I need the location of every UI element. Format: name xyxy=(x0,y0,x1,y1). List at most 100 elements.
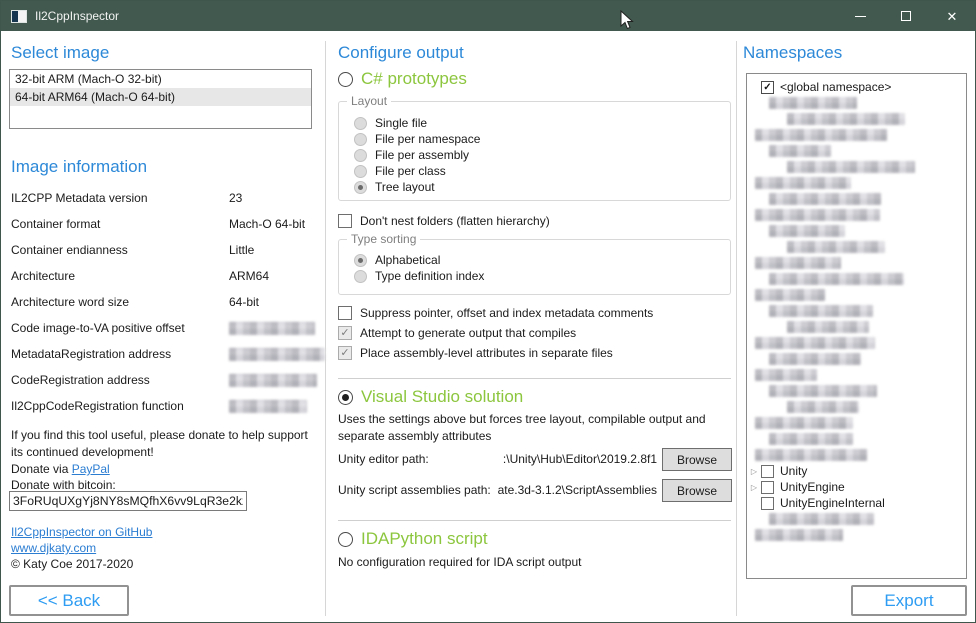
radio-file-per-assembly[interactable] xyxy=(354,149,367,162)
radio-label: File per namespace xyxy=(375,132,480,146)
namespace-checkbox[interactable]: ✓ xyxy=(761,81,774,94)
namespace-row[interactable] xyxy=(747,255,966,271)
minimize-button[interactable] xyxy=(837,1,883,31)
radio-option[interactable]: Single file xyxy=(354,115,730,131)
namespace-checkbox[interactable] xyxy=(761,497,774,510)
image-listbox[interactable]: 32-bit ARM (Mach-O 32-bit)64-bit ARM64 (… xyxy=(9,69,312,129)
radio-dot xyxy=(358,185,363,190)
namespace-row[interactable] xyxy=(747,223,966,239)
type-sorting-groupbox: Type sorting AlphabeticalType definition… xyxy=(338,239,731,295)
checkbox-label: Suppress pointer, offset and index metad… xyxy=(360,306,653,320)
checkbox-option[interactable]: Suppress pointer, offset and index metad… xyxy=(338,305,653,321)
export-button[interactable]: Export xyxy=(851,585,967,616)
namespace-row[interactable] xyxy=(747,95,966,111)
radio-type-definition-index[interactable] xyxy=(354,270,367,283)
back-button[interactable]: << Back xyxy=(9,585,129,616)
select-image-heading: Select image xyxy=(11,43,109,63)
redacted-value xyxy=(229,348,325,361)
list-item[interactable]: 64-bit ARM64 (Mach-O 64-bit) xyxy=(10,88,311,106)
namespace-row[interactable] xyxy=(747,383,966,399)
namespace-row[interactable] xyxy=(747,335,966,351)
radio-option[interactable]: Tree layout xyxy=(354,179,730,195)
namespace-row[interactable] xyxy=(747,367,966,383)
redacted-namespace xyxy=(787,401,859,413)
radio-dot xyxy=(358,169,363,174)
bitcoin-address-input[interactable] xyxy=(9,491,247,511)
unity-editor-path-value[interactable]: :\Unity\Hub\Editor\2019.2.8f1 xyxy=(471,452,657,466)
namespace-row[interactable]: UnityEngineInternal xyxy=(747,495,966,511)
idapython-radio[interactable] xyxy=(338,532,353,547)
namespace-checkbox[interactable] xyxy=(761,481,774,494)
paypal-link[interactable]: PayPal xyxy=(72,462,110,476)
checkbox-option[interactable]: ✓Place assembly-level attributes in sepa… xyxy=(338,345,613,361)
namespace-row[interactable] xyxy=(747,191,966,207)
dont-nest-option[interactable]: Don't nest folders (flatten hierarchy) xyxy=(338,213,550,229)
csharp-radio[interactable] xyxy=(338,72,353,87)
namespace-row[interactable] xyxy=(747,527,966,543)
namespace-row[interactable] xyxy=(747,159,966,175)
window-controls: ✕ xyxy=(837,1,975,31)
browse-editor-path-button[interactable]: Browse xyxy=(662,448,732,471)
info-label: Il2CppCodeRegistration function xyxy=(11,399,184,413)
namespace-row[interactable] xyxy=(747,511,966,527)
expand-arrow-icon[interactable]: ▷ xyxy=(747,467,761,476)
radio-file-per-namespace[interactable] xyxy=(354,133,367,146)
namespace-checkbox[interactable] xyxy=(761,465,774,478)
namespace-row[interactable] xyxy=(747,303,966,319)
namespace-row[interactable] xyxy=(747,127,966,143)
namespace-row[interactable]: ▷ Unity xyxy=(747,463,966,479)
namespace-row[interactable] xyxy=(747,287,966,303)
namespace-row[interactable]: ✓<global namespace> xyxy=(747,79,966,95)
radio-option[interactable]: File per namespace xyxy=(354,131,730,147)
redacted-namespace xyxy=(755,337,875,349)
radio-label: Type definition index xyxy=(375,269,484,283)
namespace-row[interactable] xyxy=(747,399,966,415)
maximize-button[interactable] xyxy=(883,1,929,31)
vs-solution-option[interactable]: Visual Studio solution xyxy=(338,387,523,407)
website-link[interactable]: www.djkaty.com xyxy=(11,541,96,555)
namespace-row[interactable] xyxy=(747,239,966,255)
namespace-row[interactable]: ▷UnityEngine xyxy=(747,479,966,495)
vs-solution-radio[interactable] xyxy=(338,390,353,405)
radio-file-per-class[interactable] xyxy=(354,165,367,178)
dont-nest-checkbox[interactable] xyxy=(338,214,352,228)
expand-arrow-icon[interactable]: ▷ xyxy=(747,483,761,492)
namespace-row[interactable] xyxy=(747,207,966,223)
github-link[interactable]: Il2CppInspector on GitHub xyxy=(11,525,152,539)
namespace-row[interactable] xyxy=(747,143,966,159)
namespace-row[interactable] xyxy=(747,447,966,463)
namespace-row[interactable] xyxy=(747,271,966,287)
browse-script-path-button[interactable]: Browse xyxy=(662,479,732,502)
namespace-row[interactable] xyxy=(747,111,966,127)
idapython-option[interactable]: IDAPython script xyxy=(338,529,488,549)
donate-paypal-line: Donate via PayPal xyxy=(11,462,110,476)
namespace-row[interactable] xyxy=(747,431,966,447)
list-item[interactable]: 32-bit ARM (Mach-O 32-bit) xyxy=(10,70,311,88)
unity-script-path-value[interactable]: ate.3d-3.1.2\ScriptAssemblies xyxy=(471,483,657,497)
checkbox[interactable] xyxy=(338,306,352,320)
checkbox[interactable]: ✓ xyxy=(338,326,352,340)
namespaces-list[interactable]: ✓<global namespace> ▷ Unity▷UnityEngineUni… xyxy=(746,73,967,579)
namespace-label: Unity xyxy=(780,464,807,478)
radio-option[interactable]: File per class xyxy=(354,163,730,179)
radio-alphabetical[interactable] xyxy=(354,254,367,267)
close-button[interactable]: ✕ xyxy=(929,1,975,31)
checkbox[interactable]: ✓ xyxy=(338,346,352,360)
namespace-row[interactable] xyxy=(747,175,966,191)
namespace-row[interactable] xyxy=(747,319,966,335)
checkbox-label: Attempt to generate output that compiles xyxy=(360,326,576,340)
checkbox-option[interactable]: ✓ Attempt to generate output that compile… xyxy=(338,325,576,341)
radio-tree-layout[interactable] xyxy=(354,181,367,194)
csharp-prototypes-option[interactable]: C# prototypes xyxy=(338,69,467,89)
radio-option[interactable]: Type definition index xyxy=(354,268,730,284)
namespace-row[interactable] xyxy=(747,415,966,431)
radio-option[interactable]: File per assembly xyxy=(354,147,730,163)
unity-script-path-label: Unity script assemblies path: xyxy=(338,483,491,497)
redacted-namespace xyxy=(769,353,861,365)
radio-option[interactable]: Alphabetical xyxy=(354,252,730,268)
radio-dot xyxy=(358,137,363,142)
info-label: Architecture xyxy=(11,269,75,283)
radio-single-file[interactable] xyxy=(354,117,367,130)
app-window: Il2CppInspector ✕ Select image 32-bit AR… xyxy=(0,0,976,623)
namespace-row[interactable] xyxy=(747,351,966,367)
